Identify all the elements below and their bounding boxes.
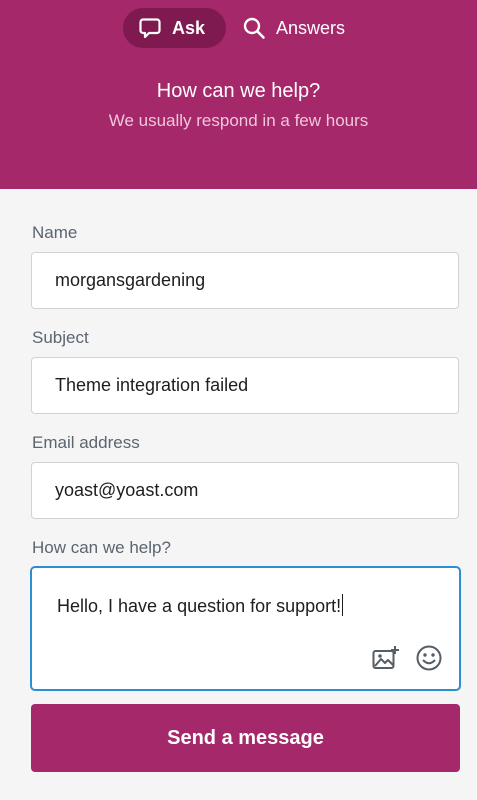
- search-icon: [242, 16, 266, 40]
- tab-ask[interactable]: Ask: [123, 8, 226, 48]
- message-value: Hello, I have a question for support!: [57, 596, 342, 616]
- emoji-icon[interactable]: [415, 644, 443, 672]
- header: Ask Answers How can we help? We usually …: [0, 0, 477, 189]
- message-text: Hello, I have a question for support!: [57, 594, 344, 617]
- text-caret: [342, 594, 344, 616]
- tab-answers-label: Answers: [276, 17, 346, 38]
- chat-bubble-icon: [138, 16, 162, 40]
- name-label: Name: [32, 223, 78, 242]
- email-label: Email address: [32, 433, 140, 452]
- send-message-button[interactable]: Send a message: [31, 704, 460, 772]
- header-subtitle: We usually respond in a few hours: [108, 111, 369, 130]
- message-label: How can we help?: [32, 538, 171, 557]
- tab-answers[interactable]: Answers: [240, 8, 360, 48]
- add-image-icon[interactable]: [372, 644, 400, 672]
- message-textarea[interactable]: Hello, I have a question for support!: [30, 566, 461, 691]
- subject-field[interactable]: Theme integration failed: [31, 357, 459, 414]
- name-value: morgansgardening: [55, 270, 206, 290]
- email-field[interactable]: yoast@yoast.com: [31, 462, 459, 519]
- tab-bar: Ask Answers: [0, 8, 477, 48]
- email-value: yoast@yoast.com: [55, 480, 199, 500]
- subject-value: Theme integration failed: [55, 375, 249, 395]
- subject-label: Subject: [32, 328, 89, 347]
- header-title: How can we help?: [156, 80, 321, 102]
- name-field[interactable]: morgansgardening: [31, 252, 459, 309]
- tab-ask-label: Ask: [172, 17, 206, 38]
